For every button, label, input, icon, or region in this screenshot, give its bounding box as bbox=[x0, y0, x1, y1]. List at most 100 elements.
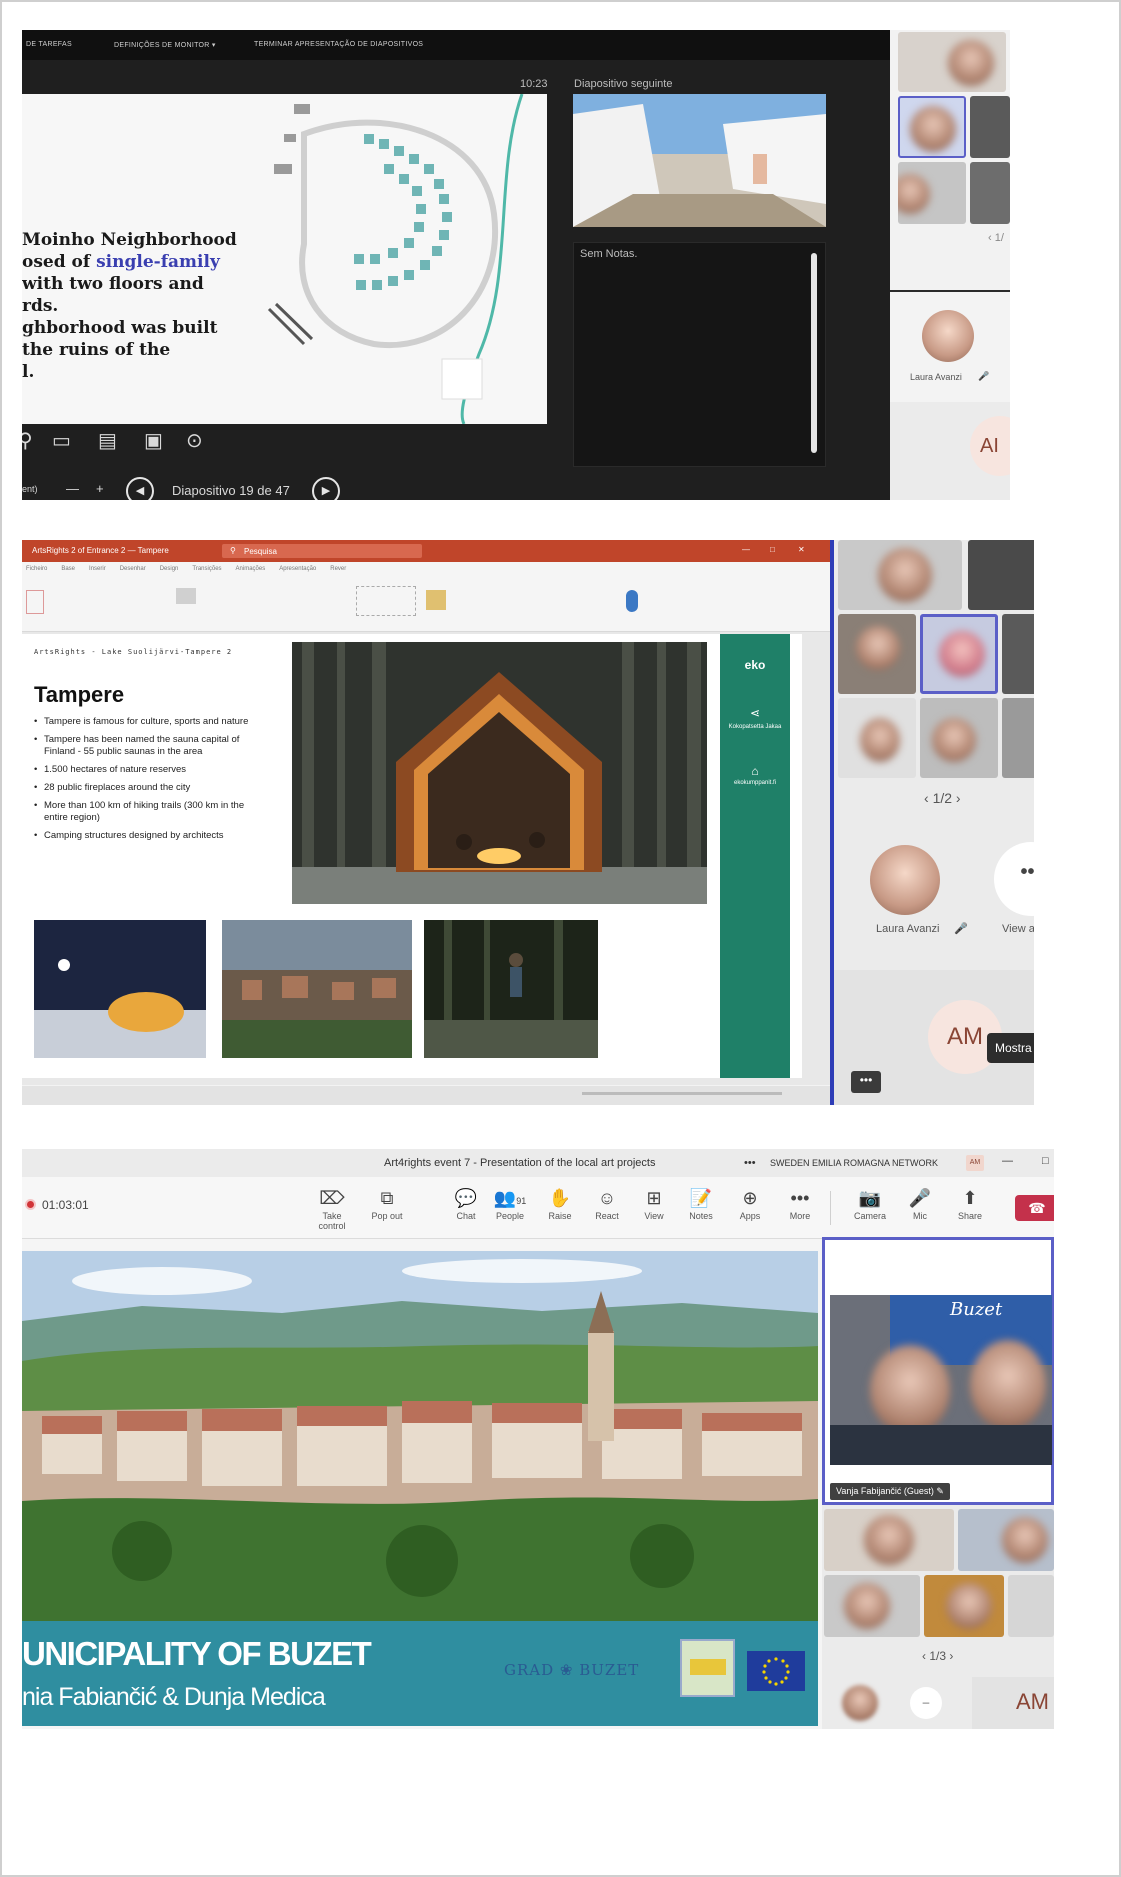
art4rights-logo bbox=[680, 1639, 735, 1697]
ribbon-tab[interactable]: Inserir bbox=[89, 566, 106, 572]
button-label: Chat bbox=[456, 1211, 476, 1221]
minimize-icon[interactable]: — bbox=[742, 545, 750, 554]
participant-tile[interactable] bbox=[924, 1575, 1004, 1637]
zoom-in-button[interactable]: + bbox=[96, 481, 104, 496]
participant-tile-active[interactable] bbox=[920, 614, 998, 694]
bullet-item: Tampere is famous for culture, sports an… bbox=[34, 716, 264, 728]
take-control-button[interactable]: ⌦ Take control bbox=[310, 1187, 354, 1231]
participant-tile[interactable] bbox=[968, 540, 1034, 610]
ribbon-tabs: Ficheiro Base Inserir Desenhar Design Tr… bbox=[26, 566, 346, 572]
more-button[interactable]: ••• More bbox=[778, 1187, 822, 1221]
grid-pager[interactable]: ‹ 1/2 › bbox=[924, 790, 961, 806]
more-participants-button[interactable]: – bbox=[910, 1687, 942, 1719]
buzet-town-photo bbox=[22, 1251, 818, 1621]
recording-time: 01:03:01 bbox=[42, 1198, 89, 1212]
magnifier-icon[interactable]: ⚲ bbox=[22, 428, 33, 453]
next-slide-thumbnail[interactable] bbox=[573, 94, 826, 227]
participant-tile[interactable] bbox=[958, 1509, 1054, 1571]
chat-button[interactable]: 💬 Chat bbox=[444, 1187, 488, 1221]
notes-button[interactable]: 📝 Notes bbox=[679, 1187, 723, 1221]
participant-tile[interactable] bbox=[824, 1575, 920, 1637]
pinned-speaker-tile[interactable]: Buzet Vanja Fabijančić (Guest) ✎ bbox=[822, 1237, 1054, 1505]
button-label: People bbox=[495, 1211, 525, 1221]
pop-out-button[interactable]: ⧉ Pop out bbox=[365, 1187, 409, 1221]
react-button[interactable]: ☺ React bbox=[585, 1187, 629, 1221]
current-slide: ArtsRights - Lake Suolijärvi-Tampere 2 T… bbox=[22, 634, 802, 1078]
ribbon-tab[interactable]: Rever bbox=[330, 566, 346, 572]
participant-tile[interactable] bbox=[1002, 698, 1034, 778]
more-options-button[interactable]: ••• bbox=[851, 1071, 881, 1093]
participant-tile[interactable] bbox=[1002, 614, 1034, 694]
participant-tile[interactable] bbox=[970, 162, 1010, 224]
participants-column: Buzet Vanja Fabijančić (Guest) ✎ ‹ 1/3 ›… bbox=[822, 1237, 1054, 1729]
slide-line: l. bbox=[22, 362, 35, 382]
taskbar-button[interactable]: DE TAREFAS bbox=[26, 41, 72, 48]
participant-tile[interactable] bbox=[1008, 1575, 1054, 1637]
slide-line-text: osed of single-family bbox=[22, 252, 220, 272]
participant-card[interactable]: Laura Avanzi 🎤 bbox=[890, 292, 1010, 402]
zoom-slider[interactable] bbox=[582, 1092, 782, 1095]
ribbon-tab[interactable]: Design bbox=[160, 566, 179, 572]
apps-button[interactable]: ⊕ Apps bbox=[728, 1187, 772, 1221]
layout-icon[interactable] bbox=[176, 588, 196, 604]
zoom-out-button[interactable]: — bbox=[66, 481, 79, 496]
view-all-button[interactable]: ••• bbox=[994, 842, 1034, 916]
grid-pager: ‹ 1/ bbox=[988, 232, 1004, 244]
ppt-search-box[interactable]: ⚲ Pesquisa bbox=[222, 544, 422, 558]
pager-text: 1/ bbox=[994, 232, 1004, 244]
ribbon-tab[interactable]: Transições bbox=[192, 566, 221, 572]
paste-icon[interactable] bbox=[26, 590, 44, 614]
minimize-icon[interactable]: — bbox=[1002, 1155, 1013, 1167]
share-button[interactable]: ⬆ Share bbox=[948, 1187, 992, 1221]
camera-icon[interactable]: ▣ bbox=[144, 428, 163, 453]
participant-tile-active[interactable] bbox=[898, 96, 966, 158]
home-icon[interactable]: ⌂ bbox=[720, 764, 790, 778]
notes-scrollbar[interactable] bbox=[811, 253, 817, 453]
ribbon-tab[interactable]: Base bbox=[61, 566, 75, 572]
ribbon-tab[interactable]: Ficheiro bbox=[26, 566, 47, 572]
close-icon[interactable]: ✕ bbox=[798, 545, 805, 554]
end-slideshow-button[interactable]: TERMINAR APRESENTAÇÃO DE DIAPOSITIVOS bbox=[254, 41, 423, 48]
camera-button[interactable]: 📷 Camera bbox=[848, 1187, 892, 1221]
grid-pager[interactable]: ‹ 1/3 › bbox=[922, 1649, 953, 1663]
slide-line: rds. bbox=[22, 296, 59, 316]
speaker-notes-pane[interactable]: Sem Notas. bbox=[573, 242, 826, 467]
raise-hand-button[interactable]: ✋ Raise bbox=[538, 1187, 582, 1221]
participant-tile[interactable] bbox=[824, 1509, 954, 1571]
more-icon[interactable]: ••• bbox=[744, 1157, 756, 1169]
mic-button[interactable]: 🎤 Mic bbox=[898, 1187, 942, 1221]
ribbon-tab[interactable]: Animações bbox=[236, 566, 266, 572]
next-slide-button[interactable]: ▶ bbox=[312, 477, 340, 500]
search-icon: ⚲ bbox=[230, 546, 236, 555]
view-all-label[interactable]: View all bbox=[1002, 923, 1034, 935]
more-options-icon[interactable]: ⊙ bbox=[186, 428, 203, 453]
leave-button[interactable]: ☎ bbox=[1015, 1195, 1054, 1221]
button-label: Notes bbox=[689, 1211, 713, 1221]
share-icon[interactable]: ⋖ bbox=[720, 706, 790, 720]
ribbon-tab[interactable]: Apresentação bbox=[279, 566, 316, 572]
subtitles-icon[interactable]: ▤ bbox=[98, 428, 117, 453]
meeting-toolbar: 01:03:01 ⌦ Take control ⧉ Pop out 💬 Chat 👥9… bbox=[22, 1177, 1054, 1239]
people-button[interactable]: 👥91 People bbox=[488, 1187, 532, 1221]
maximize-icon[interactable]: □ bbox=[770, 545, 775, 554]
view-button[interactable]: ⊞ View bbox=[632, 1187, 676, 1221]
dictate-icon[interactable] bbox=[626, 590, 638, 612]
participant-video bbox=[932, 718, 976, 762]
show-button[interactable]: Mostra d bbox=[987, 1033, 1034, 1063]
participant-tile[interactable] bbox=[898, 32, 1006, 92]
maximize-icon[interactable]: □ bbox=[1042, 1155, 1049, 1167]
participant-tile[interactable] bbox=[838, 698, 916, 778]
participant-tile[interactable] bbox=[970, 96, 1010, 158]
bullet-item: 28 public fireplaces around the city bbox=[34, 782, 264, 794]
shapes-gallery[interactable] bbox=[356, 586, 416, 616]
monitor-settings-button[interactable]: DEFINIÇÕES DE MONITOR ▾ bbox=[114, 41, 216, 49]
participant-tile[interactable] bbox=[838, 540, 962, 610]
arrange-icon[interactable] bbox=[426, 590, 446, 610]
participant-tile[interactable] bbox=[898, 162, 966, 224]
participant-tile[interactable] bbox=[920, 698, 998, 778]
ribbon-tab[interactable]: Desenhar bbox=[120, 566, 146, 572]
previous-slide-button[interactable]: ◀ bbox=[126, 477, 154, 500]
participant-tile[interactable] bbox=[838, 614, 916, 694]
monitor-icon[interactable]: ▭ bbox=[52, 428, 71, 453]
account-badge[interactable]: AM bbox=[966, 1155, 984, 1171]
